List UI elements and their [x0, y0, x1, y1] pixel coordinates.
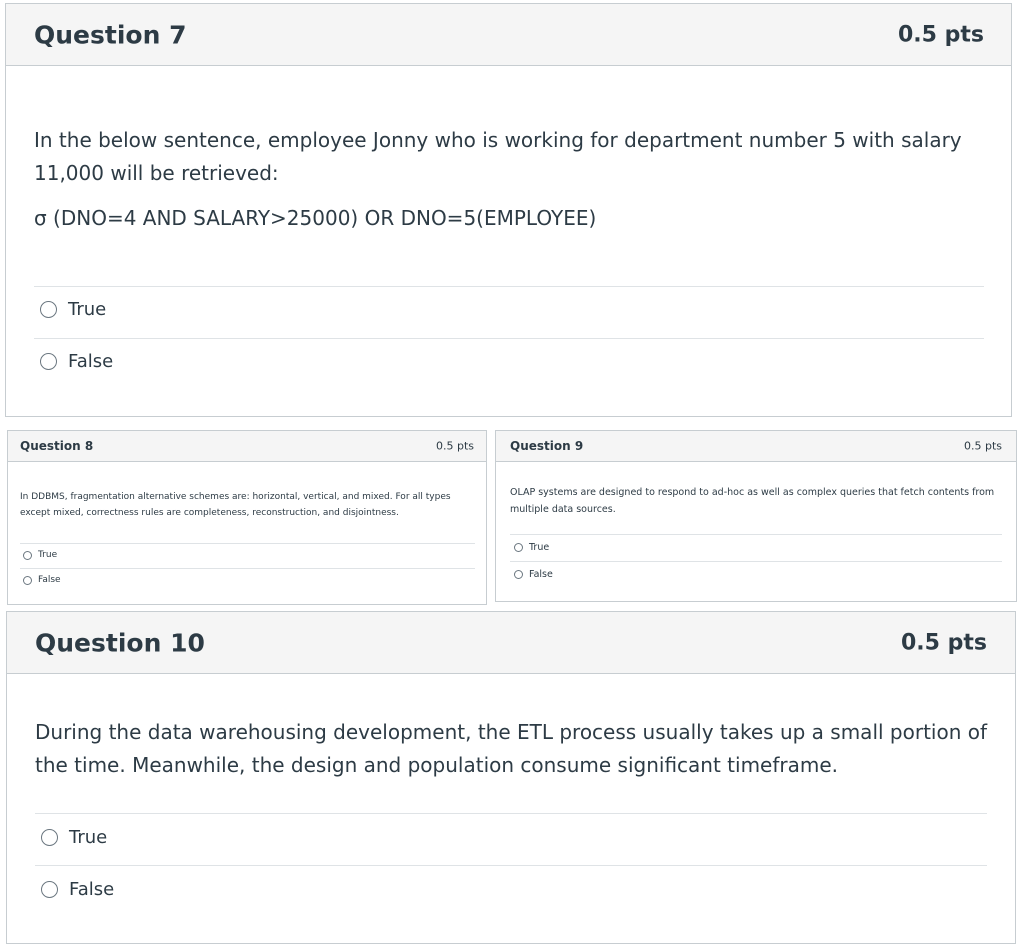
option-false[interactable]: False: [23, 575, 61, 585]
radio-button[interactable]: [23, 550, 32, 560]
question-7-card: Question 7 0.5 pts In the below sentence…: [5, 3, 1012, 417]
divider: [35, 865, 987, 866]
radio-button[interactable]: [41, 881, 58, 898]
question-points: 0.5 pts: [435, 439, 474, 453]
question-header: Question 8 0.5 pts: [8, 431, 486, 462]
question-title: Question 10: [35, 628, 205, 657]
question-header: Question 7 0.5 pts: [6, 4, 1011, 66]
option-label: False: [68, 351, 114, 372]
radio-button[interactable]: [514, 543, 523, 552]
option-true[interactable]: True: [40, 299, 106, 320]
radio-button[interactable]: [514, 570, 523, 579]
question-formula: σ (DNO=4 AND SALARY>25000) OR DNO=5(EMPL…: [34, 206, 597, 230]
radio-button[interactable]: [23, 575, 32, 585]
divider: [35, 813, 987, 814]
question-header: Question 10 0.5 pts: [7, 612, 1015, 674]
question-text: During the data warehousing development,…: [35, 720, 988, 777]
question-title: Question 7: [34, 20, 187, 49]
option-false[interactable]: False: [41, 879, 114, 900]
question-points: 0.5 pts: [963, 439, 1002, 453]
option-false[interactable]: False: [514, 569, 553, 580]
question-points: 0.5 pts: [901, 630, 987, 655]
option-label: True: [68, 299, 107, 320]
question-8-card: Question 8 0.5 pts In DDBMS, fragmentati…: [7, 430, 487, 605]
option-label: False: [38, 575, 61, 585]
divider: [510, 561, 1002, 562]
question-title: Question 8: [20, 439, 94, 453]
option-true[interactable]: True: [514, 542, 549, 553]
radio-button[interactable]: [40, 301, 57, 318]
option-label: False: [529, 569, 553, 580]
divider: [20, 568, 475, 569]
divider: [20, 543, 475, 544]
question-10-card: Question 10 0.5 pts During the data ware…: [6, 611, 1016, 944]
question-9-card: Question 9 0.5 pts OLAP systems are desi…: [495, 430, 1017, 602]
option-label: False: [69, 879, 115, 900]
option-label: True: [38, 550, 58, 560]
option-false[interactable]: False: [40, 351, 113, 372]
option-true[interactable]: True: [41, 827, 107, 848]
radio-button[interactable]: [40, 353, 57, 370]
option-label: True: [69, 827, 108, 848]
divider: [510, 534, 1002, 535]
question-points: 0.5 pts: [898, 22, 984, 47]
question-text: OLAP systems are designed to respond to …: [510, 487, 995, 515]
question-header: Question 9 0.5 pts: [496, 431, 1016, 462]
option-label: True: [529, 542, 550, 553]
option-true[interactable]: True: [23, 550, 57, 560]
question-text: In DDBMS, fragmentation alternative sche…: [20, 492, 451, 518]
divider: [34, 286, 984, 287]
divider: [34, 338, 984, 339]
question-text: In the below sentence, employee Jonny wh…: [34, 128, 962, 185]
question-title: Question 9: [510, 439, 584, 453]
radio-button[interactable]: [41, 829, 58, 846]
